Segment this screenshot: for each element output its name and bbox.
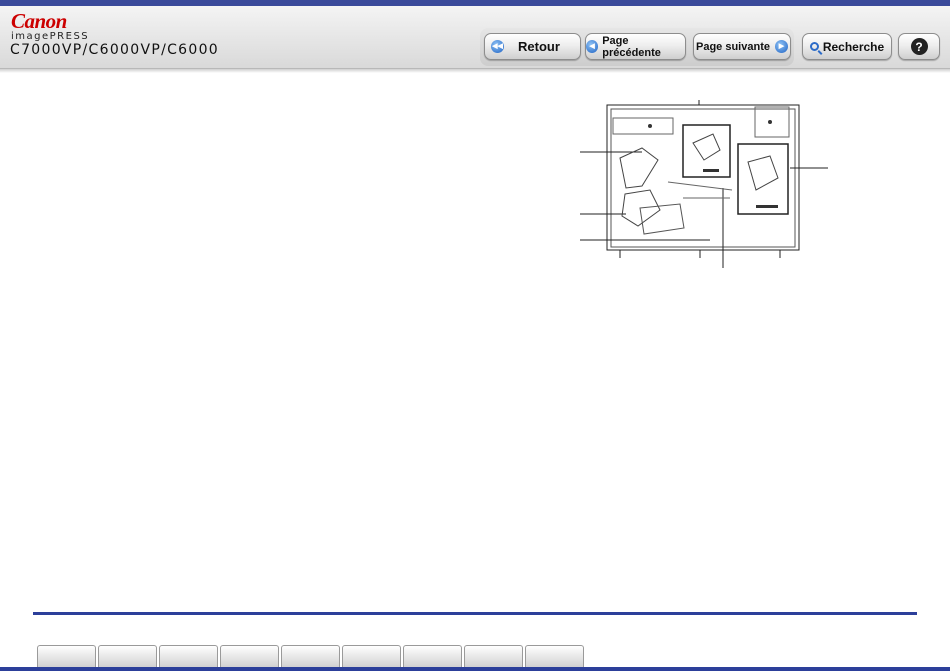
bottom-accent-bar (0, 667, 950, 671)
tab-7[interactable] (403, 645, 462, 668)
search-button[interactable]: Recherche (802, 33, 892, 60)
tab-2[interactable] (98, 645, 157, 668)
model-name: C7000VP/C6000VP/C6000 (10, 42, 219, 58)
footer-divider (33, 612, 917, 615)
left-arrow-icon: ◀ (586, 40, 599, 53)
tab-6[interactable] (342, 645, 401, 668)
tab-1[interactable] (37, 645, 96, 668)
tab-3[interactable] (159, 645, 218, 668)
next-page-button[interactable]: Page suivante ▶ (693, 33, 791, 60)
next-page-label: Page suivante (696, 40, 770, 53)
tab-5[interactable] (281, 645, 340, 668)
back-button-label: Retour (518, 39, 560, 54)
tab-8[interactable] (464, 645, 523, 668)
product-name: imagePRESS (11, 31, 90, 42)
search-button-label: Recherche (822, 39, 885, 54)
previous-page-label: Page précédente (602, 34, 661, 59)
section-tabs (37, 645, 586, 668)
right-arrow-icon: ▶ (774, 40, 788, 53)
question-icon: ? (910, 38, 928, 55)
machine-cross-section-diagram (580, 100, 828, 268)
magnifier-icon (809, 42, 819, 51)
back-button[interactable]: ◀◀ Retour (484, 33, 581, 60)
header-shadow (0, 69, 950, 73)
tab-4[interactable] (220, 645, 279, 668)
help-button[interactable]: ? (898, 33, 940, 60)
double-left-arrow-icon: ◀◀ (491, 40, 505, 53)
previous-page-button[interactable]: ◀ Page précédente (585, 33, 686, 60)
tab-9[interactable] (525, 645, 584, 668)
